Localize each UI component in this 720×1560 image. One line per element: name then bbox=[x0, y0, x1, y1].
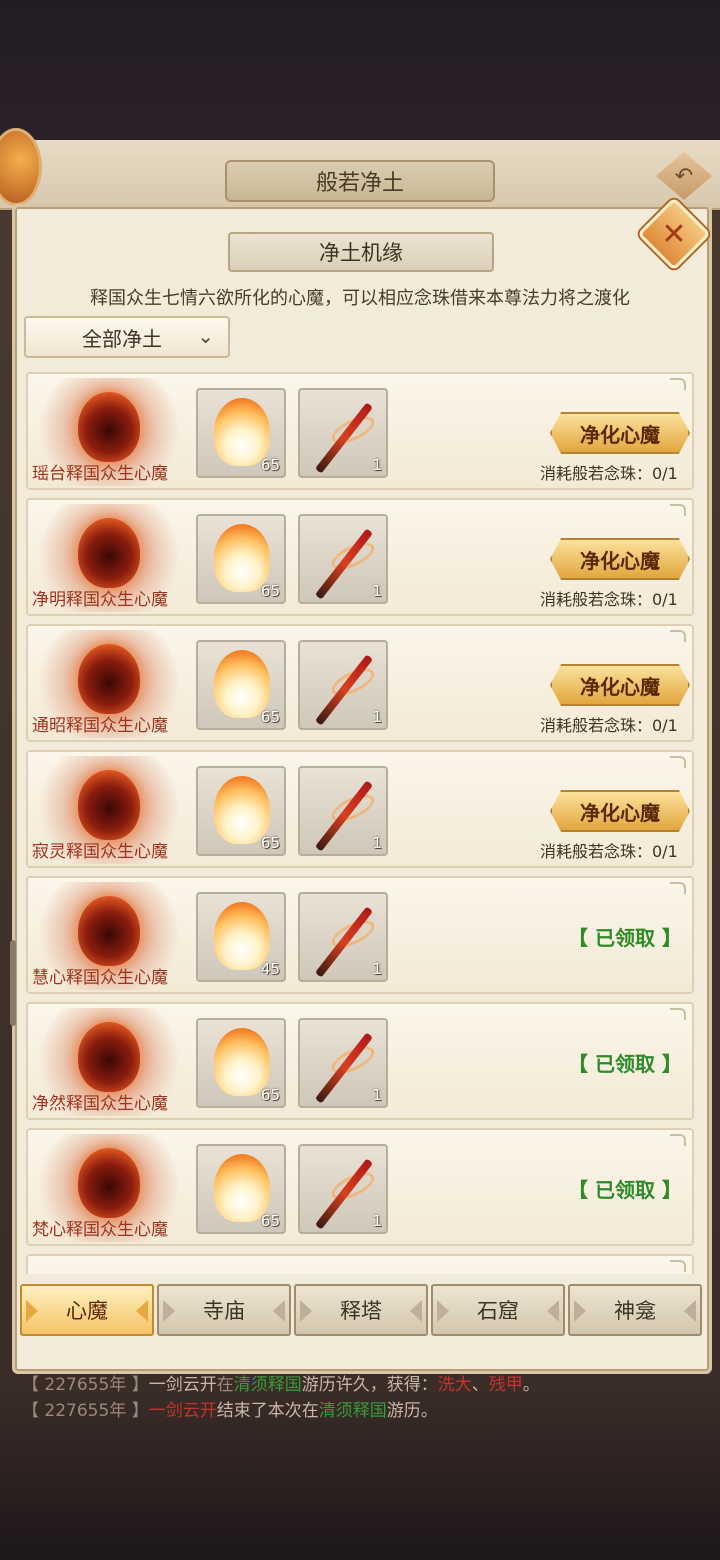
cost-label: 消耗般若念珠：0/1 bbox=[540, 716, 678, 735]
back-arrow-icon: ↶ bbox=[674, 163, 694, 189]
brush-quantity: 1 bbox=[372, 1212, 382, 1230]
purify-button[interactable]: 净化心魔 bbox=[550, 538, 690, 580]
list-item: 寂灵释国众生心魔 65 1 净化心魔 消耗般若念珠：0/1 bbox=[26, 750, 694, 868]
demon-name: 通昭释国众生心魔 bbox=[32, 716, 168, 736]
brush-quantity: 1 bbox=[372, 456, 382, 474]
bottom-tabs: 心魔 寺庙 释塔 石窟 神龛 bbox=[20, 1284, 704, 1338]
claimed-status: 【 已领取 】 bbox=[568, 1178, 682, 1202]
fire-quantity: 65 bbox=[260, 1212, 280, 1230]
list-item: 通昭释国众生心魔 65 1 净化心魔 消耗般若念珠：0/1 bbox=[26, 624, 694, 742]
log-line-2: 【 227655年 】一剑云开结束了本次在清须释国游历。 bbox=[22, 1401, 438, 1421]
cost-label: 消耗般若念珠：0/1 bbox=[540, 842, 678, 861]
tab-label: 石窟 bbox=[477, 1299, 519, 1323]
list-item: 瑶台释国众生心魔 65 1 净化心魔 消耗般若念珠：0/1 bbox=[26, 372, 694, 490]
cost-label: 消耗般若念珠：0/1 bbox=[540, 590, 678, 609]
list-item: 净明释国众生心魔 65 1 净化心魔 消耗般若念珠：0/1 bbox=[26, 498, 694, 616]
panel-description: 释国众生七情六欲所化的心魔，可以相应念珠借来本尊法力将之渡化 bbox=[90, 288, 630, 309]
fire-quantity: 65 bbox=[260, 456, 280, 474]
background-top bbox=[0, 0, 720, 140]
fire-essence-icon[interactable]: 45 bbox=[196, 892, 286, 982]
brush-quantity: 1 bbox=[372, 1086, 382, 1104]
fire-quantity: 65 bbox=[260, 834, 280, 852]
fire-essence-icon[interactable]: 65 bbox=[196, 1018, 286, 1108]
demon-name: 净明释国众生心魔 bbox=[32, 590, 168, 610]
brush-quantity: 1 bbox=[372, 960, 382, 978]
tab-label: 心魔 bbox=[66, 1299, 108, 1323]
purify-button[interactable]: 净化心魔 bbox=[550, 790, 690, 832]
demon-name: 慧心释国众生心魔 bbox=[32, 968, 168, 988]
brush-quantity: 1 bbox=[372, 834, 382, 852]
outer-title: 般若净土 bbox=[225, 160, 495, 202]
tab-1[interactable]: 寺庙 bbox=[157, 1284, 291, 1336]
fire-quantity: 65 bbox=[260, 1086, 280, 1104]
list-item-partial bbox=[26, 1254, 694, 1274]
filter-selected: 全部净土 bbox=[82, 326, 162, 351]
brush-item-icon[interactable]: 1 bbox=[298, 514, 388, 604]
close-icon[interactable]: ✕ bbox=[648, 208, 700, 260]
fire-essence-icon[interactable]: 65 bbox=[196, 766, 286, 856]
brush-quantity: 1 bbox=[372, 582, 382, 600]
tab-label: 寺庙 bbox=[203, 1299, 245, 1323]
list-item: 慧心释国众生心魔 45 1 【 已领取 】 bbox=[26, 876, 694, 994]
demon-name: 寂灵释国众生心魔 bbox=[32, 842, 168, 862]
fire-essence-icon[interactable]: 65 bbox=[196, 514, 286, 604]
cost-label: 消耗般若念珠：0/1 bbox=[540, 464, 678, 483]
fire-essence-icon[interactable]: 65 bbox=[196, 1144, 286, 1234]
brush-item-icon[interactable]: 1 bbox=[298, 388, 388, 478]
list-item: 净然释国众生心魔 65 1 【 已领取 】 bbox=[26, 1002, 694, 1120]
tab-0[interactable]: 心魔 bbox=[20, 1284, 154, 1336]
fire-essence-icon[interactable]: 65 bbox=[196, 640, 286, 730]
brush-item-icon[interactable]: 1 bbox=[298, 766, 388, 856]
chevron-down-icon: ⌄ bbox=[197, 324, 214, 348]
brush-item-icon[interactable]: 1 bbox=[298, 892, 388, 982]
purify-button[interactable]: 净化心魔 bbox=[550, 412, 690, 454]
fire-quantity: 65 bbox=[260, 708, 280, 726]
demon-name: 梵心释国众生心魔 bbox=[32, 1220, 168, 1240]
demon-name: 净然释国众生心魔 bbox=[32, 1094, 168, 1114]
fire-essence-icon[interactable]: 65 bbox=[196, 388, 286, 478]
filter-dropdown[interactable]: 全部净土 ⌄ bbox=[24, 316, 230, 358]
fire-quantity: 65 bbox=[260, 582, 280, 600]
tab-2[interactable]: 释塔 bbox=[294, 1284, 428, 1336]
tab-label: 神龛 bbox=[614, 1299, 656, 1323]
claimed-status: 【 已领取 】 bbox=[568, 926, 682, 950]
list-item: 梵心释国众生心魔 65 1 【 已领取 】 bbox=[26, 1128, 694, 1246]
demon-name: 瑶台释国众生心魔 bbox=[32, 464, 168, 484]
brush-item-icon[interactable]: 1 bbox=[298, 1144, 388, 1234]
panel-title: 净土机缘 bbox=[228, 232, 494, 272]
claimed-status: 【 已领取 】 bbox=[568, 1052, 682, 1076]
brush-quantity: 1 bbox=[372, 708, 382, 726]
fire-quantity: 45 bbox=[260, 960, 280, 978]
tab-3[interactable]: 石窟 bbox=[431, 1284, 565, 1336]
demon-list[interactable]: 瑶台释国众生心魔 65 1 净化心魔 消耗般若念珠：0/1 净明释国众生心魔 6… bbox=[24, 362, 696, 1274]
purify-button[interactable]: 净化心魔 bbox=[550, 664, 690, 706]
brush-item-icon[interactable]: 1 bbox=[298, 640, 388, 730]
tab-4[interactable]: 神龛 bbox=[568, 1284, 702, 1336]
scrollbar[interactable] bbox=[10, 940, 16, 1026]
tab-label: 释塔 bbox=[340, 1299, 382, 1323]
brush-item-icon[interactable]: 1 bbox=[298, 1018, 388, 1108]
